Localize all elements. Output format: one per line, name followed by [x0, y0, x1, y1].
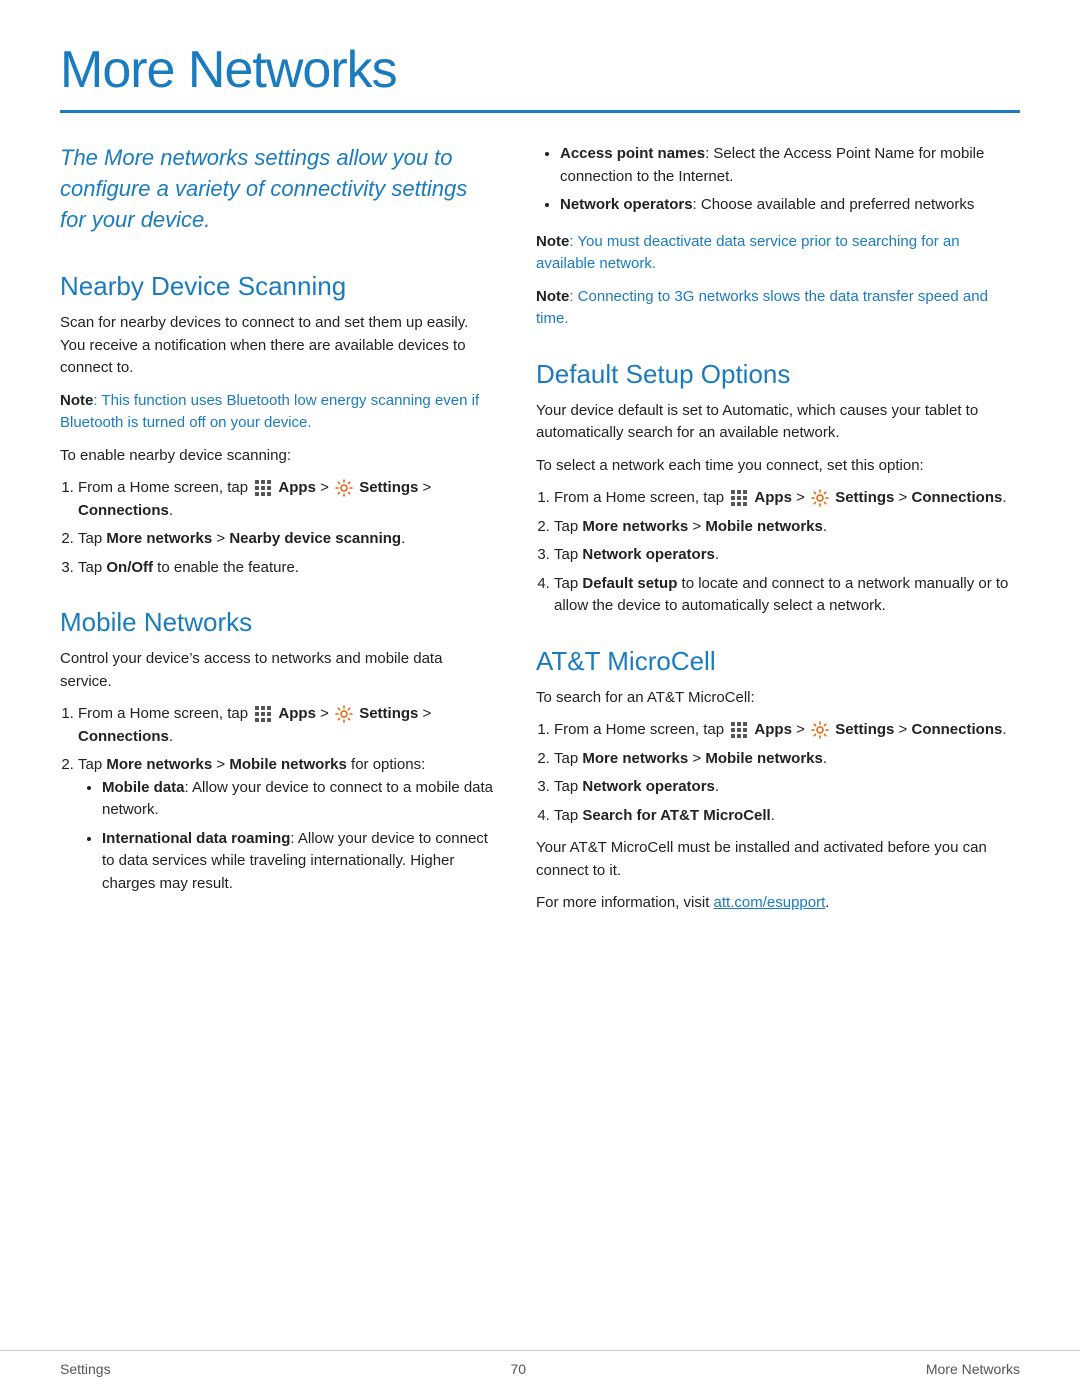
nearby-step-3: Tap On/Off to enable the feature.: [78, 557, 496, 580]
mobile-step-2: Tap More networks > Mobile networks for …: [78, 754, 496, 895]
footer-right: More Networks: [926, 1361, 1020, 1377]
nearby-device-steps-list: From a Home screen, tap: [78, 477, 496, 579]
nearby-device-scanning-heading: Nearby Device Scanning: [60, 271, 496, 302]
nearby-device-steps-intro: To enable nearby device scanning:: [60, 445, 496, 468]
settings-icon: [335, 479, 353, 497]
att-microcell-intro: To search for an AT&T MicroCell:: [536, 687, 1020, 710]
att-step-4: Tap Search for AT&T MicroCell.: [554, 805, 1020, 828]
apps-icon-2: [254, 705, 272, 723]
att-step-1: From a Home screen, tap: [554, 719, 1020, 742]
apps-label: Apps: [278, 479, 316, 496]
apps-icon-4: [730, 721, 748, 739]
att-microcell-heading: AT&T MicroCell: [536, 646, 1020, 677]
default-setup-desc1: Your device default is set to Automatic,…: [536, 400, 1020, 445]
note-label: Note: [60, 392, 93, 409]
right-note-2: Note: Connecting to 3G networks slows th…: [536, 286, 1020, 331]
right-column: Access point names: Select the Access Po…: [536, 143, 1020, 925]
nearby-device-note: Note: This function uses Bluetooth low e…: [60, 390, 496, 435]
att-link-paragraph: For more information, visit att.com/esup…: [536, 892, 1020, 915]
default-step-1: From a Home screen, tap: [554, 487, 1020, 510]
nearby-device-desc: Scan for nearby devices to connect to an…: [60, 312, 496, 380]
mobile-networks-heading: Mobile Networks: [60, 607, 496, 638]
connections-label: Connections: [78, 502, 169, 519]
intro-paragraph: The More networks settings allow you to …: [60, 143, 496, 235]
footer: Settings 70 More Networks: [0, 1350, 1080, 1377]
apps-icon: [254, 479, 272, 497]
default-step-2: Tap More networks > Mobile networks.: [554, 516, 1020, 539]
right-bullet-2: Network operators: Choose available and …: [560, 194, 1020, 217]
mobile-bullet-2: International data roaming: Allow your d…: [102, 828, 496, 896]
att-after-steps: Your AT&T MicroCell must be installed an…: [536, 837, 1020, 882]
att-microcell-steps: From a Home screen, tap: [554, 719, 1020, 827]
att-link-pre: For more information, visit: [536, 894, 714, 911]
default-setup-heading: Default Setup Options: [536, 359, 1020, 390]
att-link[interactable]: att.com/esupport: [714, 894, 826, 911]
att-link-post: .: [825, 894, 829, 911]
right-bullet-1: Access point names: Select the Access Po…: [560, 143, 1020, 188]
apps-icon-3: [730, 489, 748, 507]
default-setup-desc2: To select a network each time you connec…: [536, 455, 1020, 478]
page: More Networks The More networks settings…: [0, 0, 1080, 1397]
footer-center: 70: [510, 1361, 526, 1377]
footer-left: Settings: [60, 1361, 111, 1377]
right-note-1: Note: You must deactivate data service p…: [536, 231, 1020, 276]
left-column: The More networks settings allow you to …: [60, 143, 496, 925]
settings-label: Settings: [359, 479, 418, 496]
title-divider: [60, 110, 1020, 113]
settings-icon-2: [335, 705, 353, 723]
two-column-layout: The More networks settings allow you to …: [60, 143, 1020, 925]
default-setup-steps: From a Home screen, tap: [554, 487, 1020, 618]
mobile-step-1: From a Home screen, tap: [78, 703, 496, 748]
nearby-device-note-text: : This function uses Bluetooth low energ…: [60, 392, 479, 432]
right-bullets: Access point names: Select the Access Po…: [560, 143, 1020, 217]
mobile-bullet-1: Mobile data: Allow your device to connec…: [102, 777, 496, 822]
default-step-3: Tap Network operators.: [554, 544, 1020, 567]
mobile-networks-desc: Control your device’s access to networks…: [60, 648, 496, 693]
settings-icon-3: [811, 489, 829, 507]
page-title: More Networks: [60, 40, 1020, 100]
mobile-networks-bullets: Mobile data: Allow your device to connec…: [102, 777, 496, 896]
nearby-step-2: Tap More networks > Nearby device scanni…: [78, 528, 496, 551]
mobile-networks-steps-list: From a Home screen, tap: [78, 703, 496, 895]
att-step-2: Tap More networks > Mobile networks.: [554, 748, 1020, 771]
default-step-4: Tap Default setup to locate and connect …: [554, 573, 1020, 618]
settings-icon-4: [811, 721, 829, 739]
nearby-step-1: From a Home screen, tap: [78, 477, 496, 522]
att-step-3: Tap Network operators.: [554, 776, 1020, 799]
